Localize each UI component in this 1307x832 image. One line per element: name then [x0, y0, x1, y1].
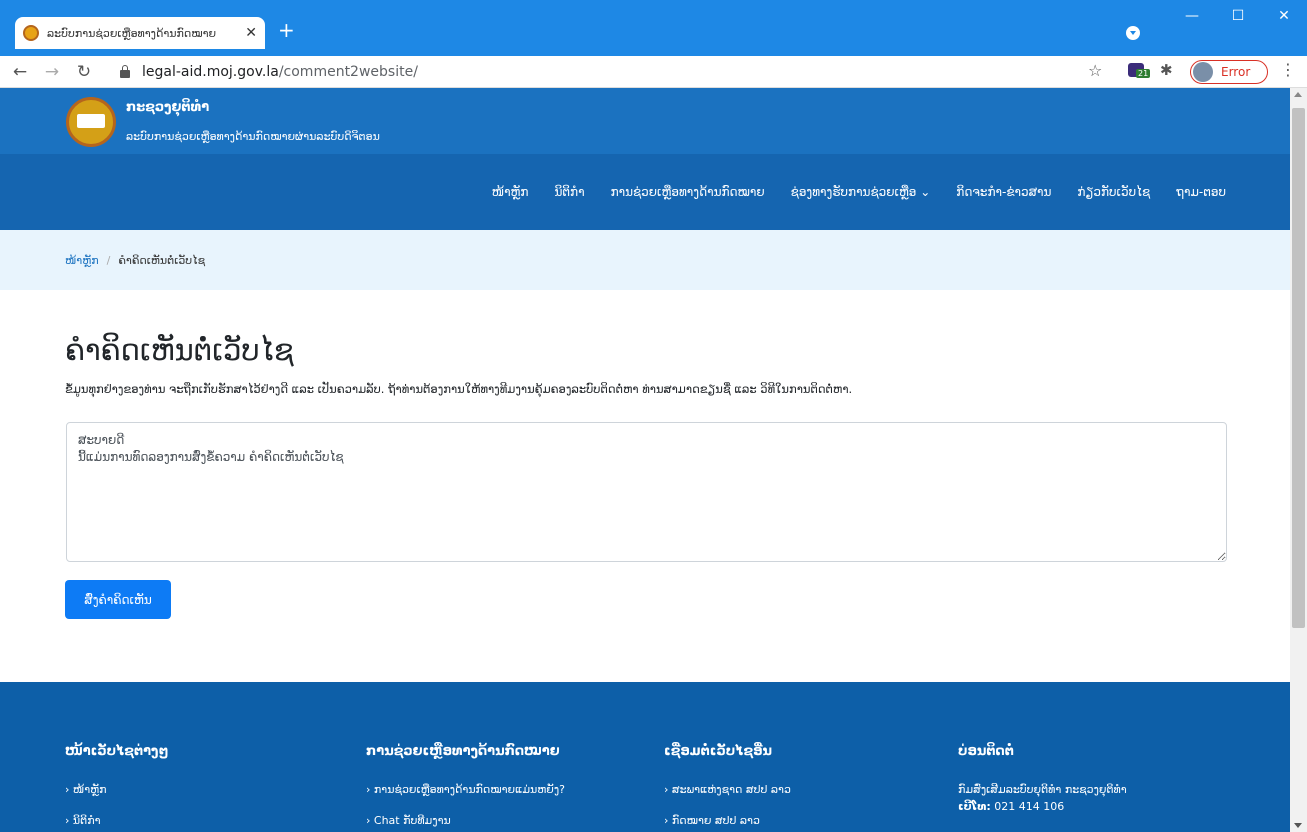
scroll-up-icon[interactable] — [1294, 92, 1302, 97]
intro-text: ຂໍ້ມູນທຸກຢ່າງຂອງທ່ານ ຈະຖືກເກັບຮັກສາໄວ້ຢ່… — [65, 382, 853, 396]
close-window-button[interactable]: ✕ — [1261, 0, 1307, 32]
logo[interactable] — [66, 97, 116, 147]
scroll-down-icon[interactable] — [1294, 823, 1302, 828]
url-path: /comment2website/ — [278, 64, 418, 80]
footer-col-contact: ບ່ອນຕິດຕໍ່ ກົມສົ່ງເສີມລະບົບຍຸຕິທຳ ກະຊວງຍ… — [958, 744, 1127, 817]
footer-heading: ການຊ່ວຍເຫຼືອທາງດ້ານກົດໝາຍ — [366, 744, 560, 759]
reload-icon[interactable]: ↻ — [72, 60, 96, 84]
footer-org: ກົມສົ່ງເສີມລະບົບຍຸຕິທຳ ກະຊວງຍຸຕິທຳ — [958, 783, 1127, 796]
footer-link[interactable]: › ກົດໝາຍ ສປປ ລາວ — [664, 814, 791, 827]
footer-link[interactable]: › ສະພາແຫ່ງຊາດ ສປປ ລາວ — [664, 783, 791, 796]
breadcrumb-home[interactable]: ໜ້າຫຼັກ — [65, 254, 99, 267]
footer: ໜ້າເວັບໄຊຕ່າງໆ › ໜ້າຫຼັກ › ນິຕິກຳ ການຊ່ວ… — [0, 682, 1290, 832]
comment-textarea[interactable]: ສະບາຍດີ ນີ້ແມ່ນການທົດລອງການສົ່ງຂໍ້ຄວາມ ຄ… — [66, 422, 1227, 562]
page-scrollbar[interactable] — [1290, 88, 1307, 832]
favicon-icon — [23, 25, 39, 41]
back-icon[interactable]: ← — [8, 60, 32, 84]
submit-comment-button[interactable]: ສົ່ງຄຳຄິດເຫັນ — [65, 580, 171, 619]
minimize-button[interactable]: — — [1169, 0, 1215, 32]
site-title: ກະຊວງຍຸຕິທຳ — [126, 100, 210, 115]
main-content: ຄຳຄິດເຫັນຕໍ່ເວັບໄຊ ຂໍ້ມູນທຸກຢ່າງຂອງທ່ານ … — [0, 290, 1290, 682]
page-viewport: ກະຊວງຍຸຕິທຳ ລະບົບການຊ່ວຍເຫຼືອທາງດ້ານກົດໝ… — [0, 88, 1290, 832]
window-controls: — ☐ ✕ — [1169, 0, 1307, 32]
star-icon[interactable]: ☆ — [1088, 61, 1102, 80]
tab-close-icon[interactable]: ✕ — [245, 25, 257, 41]
brand-header: ກະຊວງຍຸຕິທຳ ລະບົບການຊ່ວຍເຫຼືອທາງດ້ານກົດໝ… — [0, 88, 1290, 154]
footer-col-links: ເຊື່ອມຕໍ່ເວັບໄຊອື່ນ › ສະພາແຫ່ງຊາດ ສປປ ລາ… — [664, 744, 791, 832]
profile-icon[interactable] — [1126, 26, 1140, 40]
browser-tab[interactable]: ລະບົບການຊ່ວຍເຫຼືອທາງດ້ານກົດໝາຍ ✕ — [15, 17, 265, 49]
maximize-button[interactable]: ☐ — [1215, 0, 1261, 32]
footer-phone: ເບີໂທ: 021 414 106 — [958, 800, 1127, 813]
footer-heading: ບ່ອນຕິດຕໍ່ — [958, 744, 1014, 759]
footer-phone-label: ເບີໂທ: — [958, 800, 991, 813]
site-subtitle: ລະບົບການຊ່ວຍເຫຼືອທາງດ້ານກົດໝາຍຜ່ານລະບົບດ… — [126, 130, 380, 143]
footer-link[interactable]: › ໜ້າຫຼັກ — [65, 783, 168, 796]
nav-news[interactable]: ກິດຈະກຳ-ຂ່າວສານ — [956, 185, 1051, 199]
footer-phone-number: 021 414 106 — [994, 800, 1065, 813]
lock-icon — [120, 65, 130, 78]
main-nav: ໜ້າຫຼັກ ນິຕິກຳ ການຊ່ວຍເຫຼືອທາງດ້ານກົດໝາຍ… — [0, 154, 1290, 230]
forward-icon[interactable]: → — [40, 60, 64, 84]
footer-link[interactable]: › ການຊ່ວຍເຫຼືອທາງດ້ານກົດໝາຍແມ່ນຫຍັງ? — [366, 783, 565, 796]
error-label: Error — [1221, 65, 1251, 79]
breadcrumb: ໜ້າຫຼັກ / ຄຳຄິດເຫັນຕໍ່ເວັບໄຊ — [0, 230, 1290, 290]
nav-home[interactable]: ໜ້າຫຼັກ — [492, 185, 529, 199]
extension-badge: 21 — [1136, 69, 1151, 78]
nav-aid-channels[interactable]: ຊ່ອງທາງຮັບການຊ່ວຍເຫຼືອ ⌄ — [791, 185, 931, 199]
nav-faq[interactable]: ຖາມ-ຕອບ — [1176, 185, 1226, 199]
scrollbar-thumb[interactable] — [1292, 108, 1305, 628]
profile-error-button[interactable]: Error — [1190, 60, 1268, 84]
new-tab-button[interactable]: + — [278, 18, 295, 42]
address-bar[interactable]: legal-aid.moj.gov.la /comment2website/ — [120, 59, 1120, 85]
page-title: ຄຳຄິດເຫັນຕໍ່ເວັບໄຊ — [65, 333, 294, 367]
nav-legislation[interactable]: ນິຕິກຳ — [554, 185, 584, 199]
avatar — [1193, 62, 1213, 82]
nav-about[interactable]: ກ່ຽວກັບເວັບໄຊ — [1077, 185, 1150, 199]
tab-title: ລະບົບການຊ່ວຍເຫຼືອທາງດ້ານກົດໝາຍ — [47, 26, 217, 40]
browser-toolbar: ← → ↻ legal-aid.moj.gov.la /comment2webs… — [0, 56, 1307, 88]
breadcrumb-separator: / — [106, 253, 111, 267]
footer-col-pages: ໜ້າເວັບໄຊຕ່າງໆ › ໜ້າຫຼັກ › ນິຕິກຳ — [65, 744, 168, 832]
puzzle-icon[interactable]: ✱ — [1160, 61, 1173, 79]
browser-tabbar: ລະບົບການຊ່ວຍເຫຼືອທາງດ້ານກົດໝາຍ ✕ + — ☐ ✕ — [0, 0, 1307, 56]
footer-link[interactable]: › ນິຕິກຳ — [65, 814, 168, 827]
breadcrumb-current: ຄຳຄິດເຫັນຕໍ່ເວັບໄຊ — [118, 253, 206, 267]
footer-heading: ໜ້າເວັບໄຊຕ່າງໆ — [65, 744, 169, 759]
url-host: legal-aid.moj.gov.la — [142, 64, 279, 80]
footer-link[interactable]: › Chat ກັບທີມງານ — [366, 814, 565, 827]
nav-legal-aid[interactable]: ການຊ່ວຍເຫຼືອທາງດ້ານກົດໝາຍ — [611, 185, 765, 199]
footer-heading: ເຊື່ອມຕໍ່ເວັບໄຊອື່ນ — [664, 744, 773, 759]
footer-col-legal-aid: ການຊ່ວຍເຫຼືອທາງດ້ານກົດໝາຍ › ການຊ່ວຍເຫຼືອ… — [366, 744, 565, 832]
menu-icon[interactable]: ⋮ — [1280, 60, 1296, 79]
